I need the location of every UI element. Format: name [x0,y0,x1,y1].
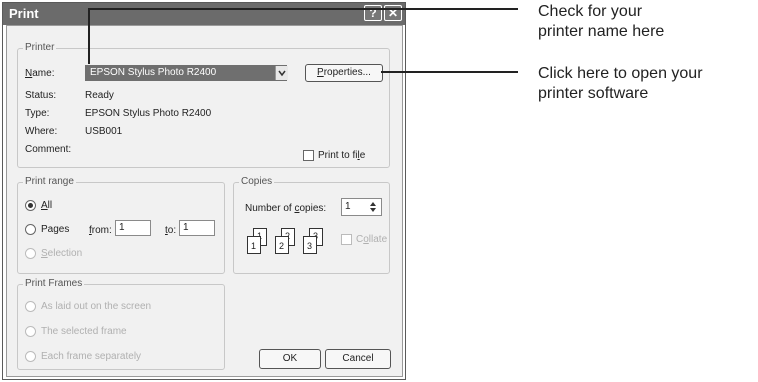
dialog-body: Printer Name: EPSON Stylus Photo R2400 P… [6,25,403,377]
comment-label: Comment: [25,144,72,155]
callout-open-software-line2: printer software [538,85,649,102]
print-dialog: Print ? ✕ Printer Name: EPSON Stylus Pho… [2,2,406,380]
selection-radio[interactable] [25,248,36,259]
all-label: All [41,200,53,211]
frames-option-radio[interactable] [25,301,36,312]
name-label: Name: [25,68,55,79]
selection-label: Selection [41,248,83,259]
combo-dropdown-button[interactable] [275,66,288,80]
collate-checkbox[interactable] [341,234,352,245]
frames-option-radio[interactable] [25,326,36,337]
type-value: EPSON Stylus Photo R2400 [85,108,212,119]
chevron-down-icon [278,70,286,77]
frames-option-label: Each frame separately [41,351,142,362]
printer-name-combo[interactable]: EPSON Stylus Photo R2400 [85,65,287,81]
page-icon: 3 [303,236,317,254]
callout-printer-name-line1: Check for your [538,3,643,20]
printer-name-value: EPSON Stylus Photo R2400 [90,67,217,78]
from-input[interactable]: 1 [115,220,151,236]
callout-leader-properties [381,71,518,73]
pages-label: Pages [41,224,70,235]
copies-value: 1 [345,201,351,212]
frames-option-radio[interactable] [25,351,36,362]
callout-open-software: Click here to open your printer software [538,64,703,104]
copies-spinner[interactable]: 1 [341,198,382,216]
callout-leader-printer-name [88,8,518,10]
callout-leader-vertical [88,8,90,64]
properties-button[interactable]: Properties... [305,64,383,82]
callout-open-software-line1: Click here to open your [538,65,703,82]
callout-printer-name-line2: printer name here [538,23,665,40]
page-icon: 1 [247,236,261,254]
cancel-button[interactable]: Cancel [325,349,391,369]
frames-option-label: The selected frame [41,326,127,337]
status-value: Ready [85,90,114,101]
print-to-file-checkbox[interactable] [303,150,314,161]
to-label: to: [165,225,177,236]
title-bar[interactable]: Print ? ✕ [3,3,405,25]
print-to-file-label: Print to file [318,150,366,161]
all-radio[interactable] [25,200,36,211]
callout-printer-name: Check for your printer name here [538,2,664,42]
type-label: Type: [25,108,50,119]
from-label: from: [89,225,112,236]
to-input[interactable]: 1 [179,220,215,236]
printer-group-legend: Printer [23,42,57,54]
number-of-copies-label: Number of copies: [245,203,327,214]
ok-button[interactable]: OK [259,349,321,369]
collate-illustration: 1 1 2 2 3 3 [245,228,335,256]
where-value: USB001 [85,126,123,137]
dialog-title: Print [9,6,39,21]
where-label: Where: [25,126,58,137]
copies-legend: Copies [239,176,275,188]
print-range-legend: Print range [23,176,76,188]
frames-option-label: As laid out on the screen [41,301,152,312]
print-frames-legend: Print Frames [23,278,85,290]
collate-label: Collate [356,234,388,245]
pages-radio[interactable] [25,224,36,235]
radio-selected-dot [28,203,33,208]
status-label: Status: [25,90,57,101]
page-icon: 2 [275,236,289,254]
spin-arrows-icon[interactable] [368,201,378,213]
